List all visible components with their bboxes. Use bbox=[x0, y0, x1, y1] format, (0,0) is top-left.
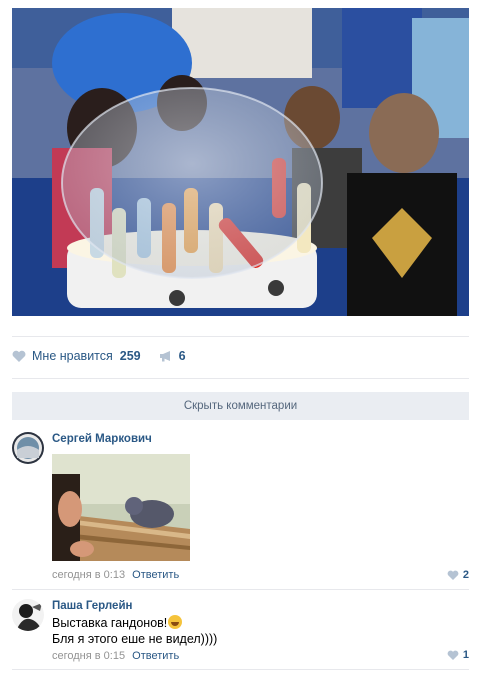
comment-text-line: Выставка гандонов! bbox=[52, 616, 168, 630]
avatar-image bbox=[12, 432, 44, 464]
divider bbox=[12, 336, 469, 337]
cat-photo-image bbox=[52, 454, 190, 561]
grin-emoji-icon bbox=[168, 615, 183, 629]
comment-meta: сегодня в 0:15 Ответить bbox=[52, 649, 469, 663]
avatar-image bbox=[12, 599, 44, 631]
comment-photo[interactable] bbox=[52, 454, 190, 561]
comment: Сергей Маркович сегодня в 0:13 Ответить … bbox=[12, 432, 469, 587]
like-count: 259 bbox=[119, 349, 141, 363]
comment-meta: сегодня в 0:13 Ответить bbox=[52, 568, 179, 582]
comment: Паша Герлейн Выставка гандонов! Бля я эт… bbox=[12, 599, 469, 669]
divider bbox=[12, 378, 469, 379]
comment-time[interactable]: сегодня в 0:13 bbox=[52, 569, 125, 581]
comment-body: Сергей Маркович bbox=[52, 432, 469, 446]
megaphone-icon bbox=[159, 351, 170, 362]
comment-text: Выставка гандонов! bbox=[52, 615, 469, 631]
avatar[interactable] bbox=[12, 599, 44, 631]
like-button[interactable]: Мне нравится 259 bbox=[12, 349, 141, 363]
comment-like-count: 2 bbox=[462, 569, 469, 581]
hide-comments-button[interactable]: Скрыть комментарии bbox=[12, 392, 469, 420]
exhibition-photo-image bbox=[12, 8, 469, 316]
comment-body: Паша Герлейн Выставка гандонов! Бля я эт… bbox=[52, 599, 469, 663]
heart-icon bbox=[447, 650, 459, 660]
heart-icon bbox=[447, 570, 459, 580]
comment-author[interactable]: Паша Герлейн bbox=[52, 599, 469, 613]
divider bbox=[12, 589, 469, 590]
avatar[interactable] bbox=[12, 432, 44, 464]
share-button[interactable]: 6 bbox=[159, 349, 186, 363]
divider bbox=[12, 669, 469, 670]
reply-link[interactable]: Ответить bbox=[132, 569, 179, 581]
post-actions: Мне нравится 259 6 bbox=[12, 346, 186, 366]
like-label: Мне нравится bbox=[32, 349, 113, 363]
comment-like-count: 1 bbox=[462, 649, 469, 661]
comment-author[interactable]: Сергей Маркович bbox=[52, 432, 469, 446]
comment-text-line: Бля я этого еше не видел)))) bbox=[52, 632, 218, 646]
comment-time[interactable]: сегодня в 0:15 bbox=[52, 650, 125, 662]
share-count: 6 bbox=[178, 349, 186, 363]
comment-like-button[interactable]: 1 bbox=[447, 649, 469, 661]
comment-like-button[interactable]: 2 bbox=[447, 569, 469, 581]
reply-link[interactable]: Ответить bbox=[132, 650, 179, 662]
post-photo[interactable] bbox=[12, 8, 469, 316]
heart-icon bbox=[12, 350, 26, 362]
